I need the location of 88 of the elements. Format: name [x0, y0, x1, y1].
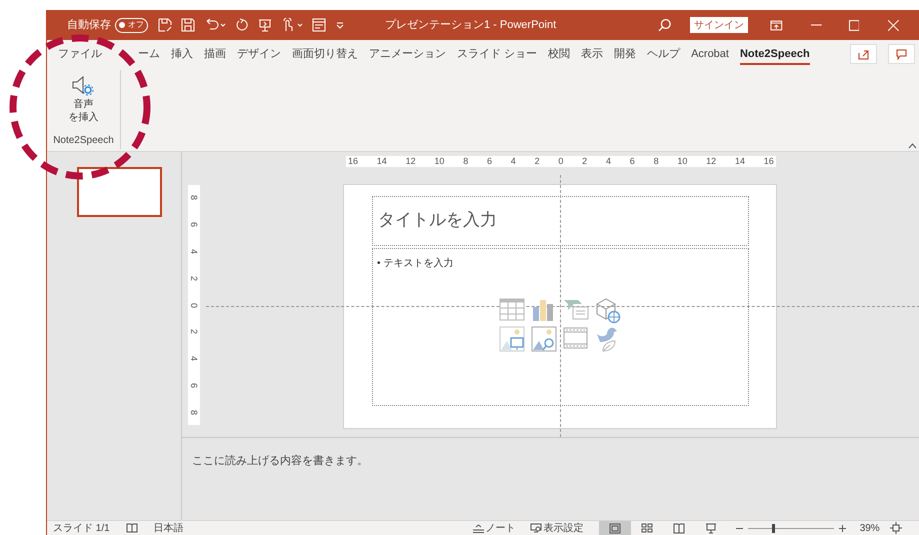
ribbon-tab[interactable]: ヘルプ — [647, 43, 680, 65]
sign-in-button[interactable]: サインイン — [690, 17, 748, 33]
ribbon-tab[interactable]: Acrobat — [691, 43, 729, 65]
title-placeholder[interactable]: タイトルを入力 — [372, 196, 749, 246]
comment-button[interactable] — [888, 44, 915, 64]
ruler-number: 4 — [510, 157, 516, 166]
language-indicator[interactable]: 日本語 — [154, 520, 184, 535]
autosave-toggle[interactable]: オフ — [115, 18, 148, 32]
zoom-slider-thumb[interactable] — [772, 524, 775, 532]
close-icon[interactable] — [888, 20, 899, 30]
touch-icon[interactable] — [281, 18, 303, 32]
ruler-number: 6 — [190, 383, 198, 388]
comment-icon — [896, 48, 907, 60]
collapse-ribbon-icon[interactable] — [908, 143, 917, 149]
ruler-number: 12 — [406, 157, 416, 166]
minimize-icon[interactable] — [810, 24, 822, 26]
undo-icon[interactable] — [204, 18, 226, 32]
presentation-icon[interactable] — [258, 18, 272, 32]
picture-monitor-icon[interactable] — [499, 326, 525, 352]
search-icon[interactable] — [658, 18, 672, 32]
zoom-in-icon[interactable] — [838, 524, 846, 532]
ruler-number: 6 — [630, 157, 635, 166]
ribbon-tab[interactable]: デザイン — [237, 43, 281, 65]
book-icon[interactable] — [126, 523, 138, 533]
ribbon-tab[interactable]: スライド ショー — [457, 43, 538, 65]
autosave-label: 自動保存 — [67, 18, 111, 33]
picture-search-icon[interactable] — [531, 326, 557, 352]
ruler-number: 2 — [190, 329, 198, 334]
ruler-number: 10 — [677, 157, 688, 166]
show-view-icon — [704, 522, 717, 534]
ruler-number: 4 — [606, 157, 611, 166]
ruler-number: 14 — [734, 157, 745, 166]
ribbon-tab[interactable]: 表示 — [581, 43, 604, 65]
ruler-number: 8 — [463, 157, 468, 166]
speaker-gear-icon — [70, 74, 96, 98]
ruler-number: 0 — [558, 157, 564, 166]
ruler-number: 12 — [706, 157, 716, 166]
ribbon-tab[interactable]: Note2Speech — [740, 43, 810, 65]
ruler-number: 0 — [190, 302, 198, 308]
body-placeholder-text: • テキストを入力 — [377, 258, 454, 269]
reading-view-icon — [672, 522, 685, 534]
ribbon-tab[interactable]: 開発 — [614, 43, 636, 65]
ribbon-tab[interactable]: ーム — [138, 43, 160, 65]
insert-audio-button[interactable]: 音声 を挿入 — [68, 70, 98, 124]
notes-text[interactable]: ここに読み上げる内容を書きます。 — [192, 455, 368, 467]
ribbon-tab[interactable]: 校閲 — [548, 43, 570, 65]
customize-icon[interactable] — [335, 20, 345, 30]
3d-model-icon[interactable] — [595, 298, 621, 324]
slide-thumbnail[interactable] — [77, 167, 162, 217]
ruler-number: 16 — [764, 157, 774, 166]
ruler-number: 14 — [376, 157, 387, 166]
ruler-number: 8 — [190, 195, 198, 200]
ruler-number: 2 — [190, 276, 198, 281]
normal-view-button[interactable] — [598, 521, 631, 535]
ruler-number: 16 — [348, 157, 358, 166]
ruler-number: 2 — [582, 157, 588, 166]
share-icon — [858, 48, 869, 60]
ribbon-tab[interactable]: 画面切り替え — [292, 43, 358, 65]
window-title: プレゼンテーション1 - PowerPoint — [385, 18, 556, 33]
ruler-number: 4 — [190, 248, 198, 254]
ruler-number: 6 — [486, 157, 492, 166]
sorter-view-icon — [640, 522, 653, 534]
display-settings-button[interactable]: 表示設定 — [530, 520, 584, 535]
save-icon[interactable] — [181, 18, 195, 32]
share-button[interactable] — [850, 44, 877, 64]
slide-count: スライド 1/1 — [53, 522, 110, 535]
save-edit-icon[interactable] — [158, 18, 172, 32]
zoom-percentage[interactable]: 39% — [860, 520, 880, 535]
form-icon[interactable] — [312, 18, 326, 32]
ribbon-tab[interactable]: 描画 — [204, 43, 226, 65]
notes-icon — [472, 524, 484, 532]
normal-view-icon — [608, 522, 621, 534]
ribbon-display-icon[interactable] — [770, 20, 783, 30]
ruler-number: 2 — [534, 157, 540, 166]
ruler-number: 6 — [190, 222, 198, 227]
group-label: Note2Speech — [53, 134, 114, 148]
ribbon-tab[interactable]: ファイル — [58, 43, 102, 65]
fit-slide-icon[interactable] — [890, 522, 902, 534]
maximize-icon[interactable] — [848, 20, 860, 30]
ribbon-tab[interactable]: 挿入 — [171, 43, 193, 65]
ruler-number: 8 — [654, 157, 659, 166]
notes-button[interactable]: ノート — [472, 520, 516, 535]
redo-icon[interactable] — [235, 18, 249, 32]
ruler-number: 8 — [190, 410, 198, 415]
ruler-number: 4 — [190, 356, 198, 362]
ruler-number: 10 — [434, 157, 444, 166]
title-placeholder-text: タイトルを入力 — [378, 210, 497, 229]
ribbon-tab[interactable]: アニメーション — [369, 43, 446, 65]
